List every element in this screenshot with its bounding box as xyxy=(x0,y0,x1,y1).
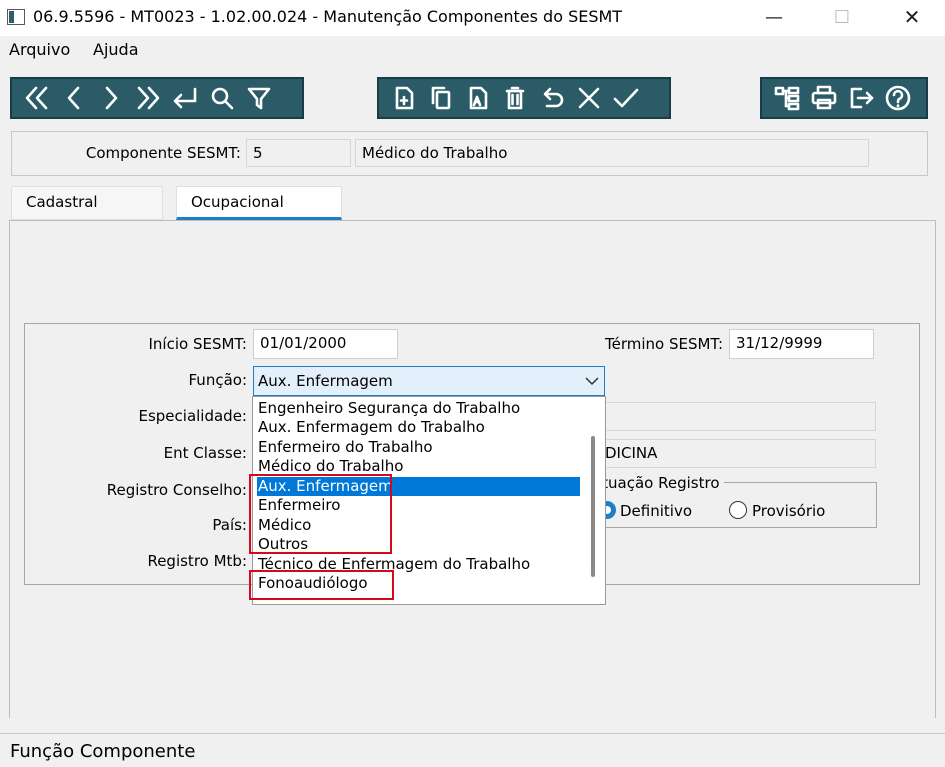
cancel-icon[interactable] xyxy=(570,80,607,116)
last-record-icon[interactable] xyxy=(129,80,166,116)
especialidade-label: Especialidade: xyxy=(138,407,247,425)
edit-record-icon[interactable] xyxy=(459,80,496,116)
next-record-icon[interactable] xyxy=(92,80,129,116)
tab-ocupacional[interactable]: Ocupacional xyxy=(176,186,342,220)
undo-icon[interactable] xyxy=(533,80,570,116)
hierarchy-icon[interactable] xyxy=(768,80,805,116)
help-icon[interactable] xyxy=(879,80,916,116)
componente-name-field: Médico do Trabalho xyxy=(355,139,869,167)
dropdown-option[interactable]: Aux. Enfermagem do Trabalho xyxy=(257,418,580,437)
termino-sesmt-input[interactable]: 31/12/9999 xyxy=(729,329,874,359)
menu-ajuda[interactable]: Ajuda xyxy=(93,40,139,59)
funcao-label: Função: xyxy=(188,371,248,389)
previous-record-icon[interactable] xyxy=(55,80,92,116)
minimize-button[interactable]: — xyxy=(751,0,797,34)
status-text: Função Componente xyxy=(10,741,196,762)
provisorio-label: Provisório xyxy=(752,502,826,520)
print-icon[interactable] xyxy=(805,80,842,116)
situacao-registro-label: ituação Registro xyxy=(598,474,724,492)
close-button[interactable]: ✕ xyxy=(889,0,935,34)
especialidade-field xyxy=(604,402,876,431)
goto-record-icon[interactable] xyxy=(166,80,203,116)
highlight-box xyxy=(249,474,392,554)
misc-toolbar xyxy=(760,77,928,119)
registro-mtb-label: Registro Mtb: xyxy=(147,552,247,570)
confirm-icon[interactable] xyxy=(607,80,644,116)
dropdown-scrollbar[interactable] xyxy=(591,436,595,577)
delete-record-icon[interactable] xyxy=(496,80,533,116)
app-icon xyxy=(7,9,25,25)
exit-icon[interactable] xyxy=(842,80,879,116)
termino-sesmt-label: Término SESMT: xyxy=(604,335,723,353)
funcao-select[interactable]: Aux. Enfermagem xyxy=(253,366,605,396)
ent-classe-field: DICINA xyxy=(598,439,876,468)
menu-arquivo[interactable]: Arquivo xyxy=(9,40,70,59)
ent-classe-label: Ent Classe: xyxy=(163,444,247,462)
pais-label: País: xyxy=(212,516,247,534)
new-record-icon[interactable] xyxy=(385,80,422,116)
componente-label: Componente SESMT: xyxy=(85,144,241,162)
registro-conselho-label: Registro Conselho: xyxy=(106,481,247,499)
componente-code-field[interactable]: 5 xyxy=(246,139,351,167)
highlight-box xyxy=(249,570,394,600)
chevron-down-icon[interactable] xyxy=(583,372,601,390)
window-title: 06.9.5596 - MT0023 - 1.02.00.024 - Manut… xyxy=(33,7,623,26)
first-record-icon[interactable] xyxy=(18,80,55,116)
dropdown-option[interactable]: Enfermeiro do Trabalho xyxy=(257,438,580,457)
definitivo-label: Definitivo xyxy=(620,502,693,520)
tab-cadastral[interactable]: Cadastral xyxy=(11,186,163,220)
inicio-sesmt-label: Início SESMT: xyxy=(148,335,248,353)
edit-toolbar xyxy=(377,77,671,119)
filter-icon[interactable] xyxy=(240,80,277,116)
navigation-toolbar xyxy=(10,77,304,119)
copy-record-icon[interactable] xyxy=(422,80,459,116)
menu-bar xyxy=(0,36,945,66)
dropdown-option[interactable]: Engenheiro Segurança do Trabalho xyxy=(257,399,580,418)
inicio-sesmt-input[interactable]: 01/01/2000 xyxy=(253,329,398,359)
provisorio-radio[interactable] xyxy=(729,501,747,519)
search-icon[interactable] xyxy=(203,80,240,116)
maximize-button[interactable]: ☐ xyxy=(819,0,865,34)
